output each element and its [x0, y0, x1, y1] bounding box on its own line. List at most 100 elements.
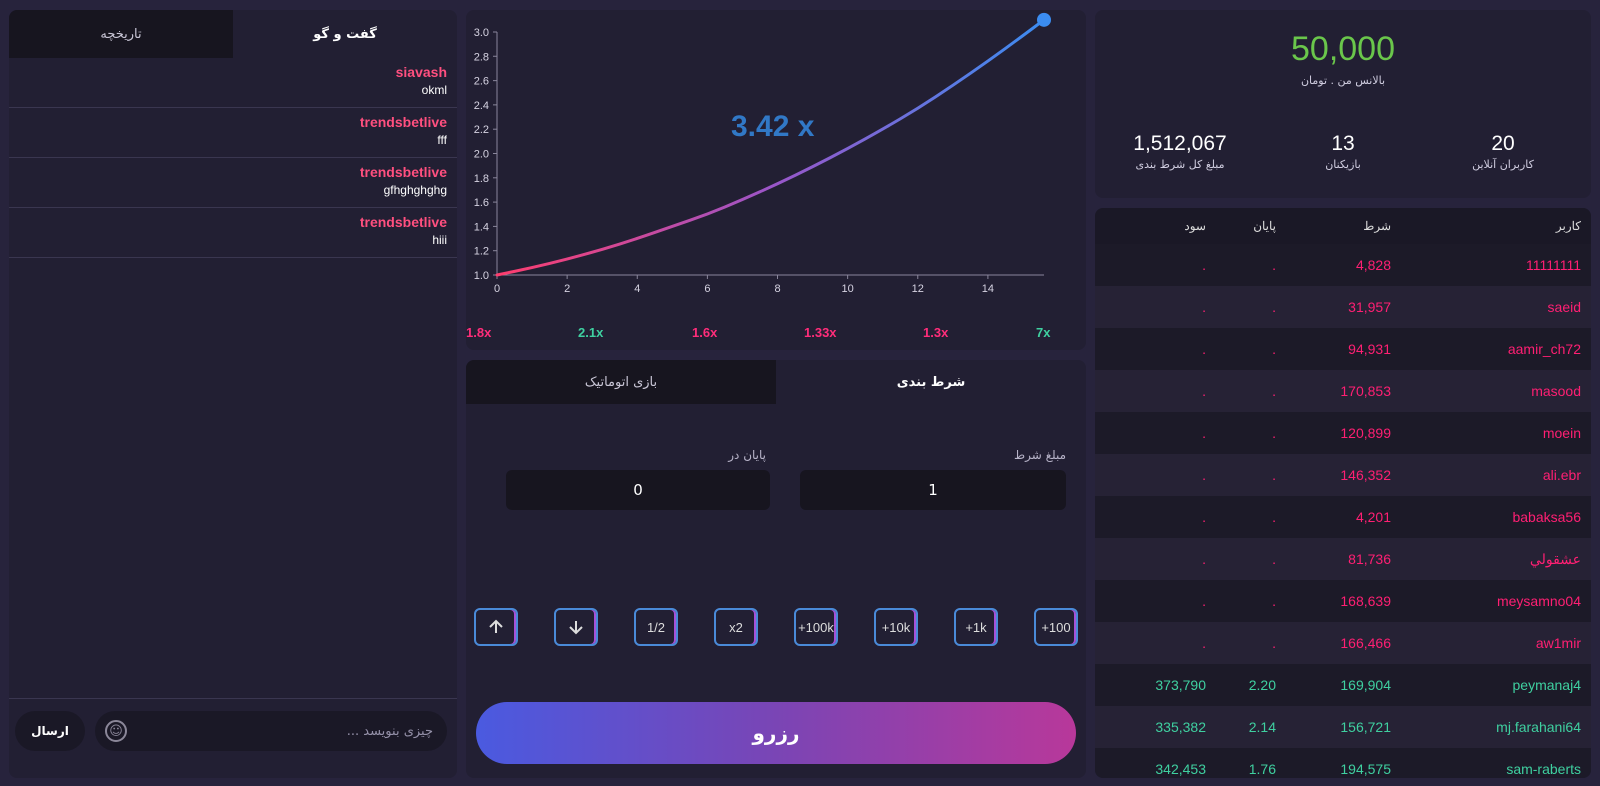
row-user: aw1mir: [1535, 635, 1581, 651]
arrow-up-icon[interactable]: [474, 608, 518, 646]
y-tick-label: 1.0: [474, 270, 489, 282]
y-tick-label: 3.0: [474, 27, 489, 39]
table-body: 11111111 4,828.. saeid 31,957.. aamir_ch72 94…: [1095, 244, 1591, 778]
message-text: gfhghghghg: [383, 183, 447, 197]
chat-panel: تاریخچه گفت و گو siavash okml trendsbetliv…: [9, 10, 457, 778]
half-button[interactable]: 1/2: [634, 608, 678, 646]
row-user: peymanaj4: [1512, 677, 1582, 693]
row-bet: 4,201: [1355, 509, 1391, 525]
add-100-button[interactable]: +100: [1034, 608, 1078, 646]
multiplier-line: [495, 18, 1046, 277]
x-tick-label: 2: [564, 283, 570, 295]
row-end: .: [1272, 635, 1276, 651]
row-profit: 373,790: [1155, 677, 1206, 693]
send-button[interactable]: ارسال: [15, 711, 85, 751]
row-user: masood: [1531, 383, 1581, 399]
table-row: peymanaj4 169,904 2.20 373,790: [1095, 664, 1591, 706]
chat-message: trendsbetlive fff: [9, 108, 457, 158]
history-multiplier: 1.8x: [466, 325, 492, 340]
row-profit: .: [1202, 425, 1206, 441]
add-100k-button[interactable]: +100k: [794, 608, 838, 646]
message-text: fff: [437, 133, 447, 147]
bet-amount-field[interactable]: [800, 470, 1066, 510]
y-tick-label: 2.4: [474, 100, 489, 112]
table-row: aamir_ch72 94,931..: [1095, 328, 1591, 370]
message-user[interactable]: siavash: [19, 64, 447, 80]
tab-chat[interactable]: گفت و گو: [233, 10, 457, 58]
row-bet: 94,931: [1348, 341, 1391, 357]
row-end: .: [1272, 509, 1276, 525]
tab-auto-play[interactable]: بازی اتوماتیک: [466, 360, 776, 404]
row-end: .: [1272, 551, 1276, 567]
crash-graph-panel: 1.0 1.2 1.4 1.6 1.8 2.0 2.2 2.4 2.6 2.8 3.0 0 2 4 6 8 10…: [466, 10, 1086, 350]
y-tick-label: 2.0: [474, 149, 489, 161]
players-value: 13: [1331, 132, 1355, 155]
tab-bet[interactable]: شرط بندی: [776, 360, 1086, 404]
table-row: meysamno04 168,639..: [1095, 580, 1591, 622]
row-profit: .: [1202, 509, 1206, 525]
y-tick-label: 2.2: [474, 124, 489, 136]
smiley-icon[interactable]: ☺: [105, 720, 127, 742]
double-button[interactable]: x2: [714, 608, 758, 646]
y-tick-label: 1.8: [474, 173, 489, 185]
row-end: .: [1272, 383, 1276, 399]
multiplier-chart: 1.0 1.2 1.4 1.6 1.8 2.0 2.2 2.4 2.6 2.8 3.0 0 2 4 6 8 10…: [474, 12, 1051, 295]
table-header: کاربر شرط پایان سود: [1095, 208, 1591, 244]
end-marker: [1037, 12, 1051, 27]
table-row: aw1mir 166,466..: [1095, 622, 1591, 664]
cashout-field[interactable]: [506, 470, 770, 510]
row-bet: 146,352: [1340, 467, 1391, 483]
row-user: 11111111: [1525, 257, 1581, 273]
row-profit: .: [1202, 341, 1206, 357]
row-bet: 4,828: [1355, 257, 1391, 273]
y-tick-label: 1.4: [474, 221, 489, 233]
row-user: moein: [1542, 425, 1581, 441]
row-end: 2.20: [1248, 677, 1276, 693]
row-profit: .: [1202, 383, 1206, 399]
x-tick-label: 10: [842, 283, 854, 295]
x-tick-label: 0: [494, 283, 500, 295]
row-profit: .: [1202, 299, 1206, 315]
reserve-button[interactable]: رزرو: [476, 702, 1076, 764]
add-1k-button[interactable]: +1k: [954, 608, 998, 646]
total-bet-stat: 1,512,067 مبلغ کل شرط بندی: [1105, 132, 1255, 171]
row-bet: 31,957: [1348, 299, 1391, 315]
balance-value: 50,000: [1291, 30, 1395, 68]
table-row: sam-raberts 194,575 1.76 342,453: [1095, 748, 1591, 778]
bet-tabs: بازی اتوماتیک شرط بندی: [466, 360, 1086, 404]
chat-message: siavash okml: [9, 58, 457, 108]
tab-history[interactable]: تاریخچه: [9, 10, 233, 58]
stats-panel: 50,000 بالانس من . تومان 1,512,067 مبلغ …: [1095, 10, 1591, 198]
row-end: .: [1272, 257, 1276, 273]
row-end: .: [1272, 341, 1276, 357]
x-tick-label: 14: [982, 283, 994, 295]
bet-amount-label: مبلغ شرط: [1014, 448, 1066, 462]
message-user[interactable]: trendsbetlive: [19, 214, 447, 230]
x-tick-label: 6: [704, 283, 710, 295]
arrow-down-icon[interactable]: [554, 608, 598, 646]
row-bet: 194,575: [1340, 761, 1391, 777]
chat-tabs: تاریخچه گفت و گو: [9, 10, 457, 58]
row-profit: .: [1202, 467, 1206, 483]
row-user: mj.farahani64: [1496, 719, 1581, 735]
message-text: hiii: [432, 233, 447, 247]
chat-input[interactable]: [139, 711, 433, 751]
current-multiplier: 3.42 x: [731, 110, 815, 143]
message-user[interactable]: trendsbetlive: [19, 164, 447, 180]
row-user: ali.ebr: [1542, 467, 1581, 483]
table-row: masood 170,853..: [1095, 370, 1591, 412]
add-10k-button[interactable]: +10k: [874, 608, 918, 646]
row-bet: 170,853: [1340, 383, 1391, 399]
message-user[interactable]: trendsbetlive: [19, 114, 447, 130]
row-profit: 342,453: [1155, 761, 1206, 777]
bet-panel: بازی اتوماتیک شرط بندی پایان در مبلغ شرط…: [466, 360, 1086, 778]
total-bet-value: 1,512,067: [1133, 132, 1227, 155]
table-row: moein 120,899..: [1095, 412, 1591, 454]
online-stat: 20 کاربران آنلاین: [1428, 132, 1578, 171]
header-end: پایان: [1253, 219, 1276, 233]
y-tick-label: 1.2: [474, 246, 489, 258]
row-profit: .: [1202, 635, 1206, 651]
header-profit: سود: [1184, 219, 1206, 233]
row-profit: .: [1202, 257, 1206, 273]
balance-label: بالانس من . تومان: [1300, 74, 1386, 87]
